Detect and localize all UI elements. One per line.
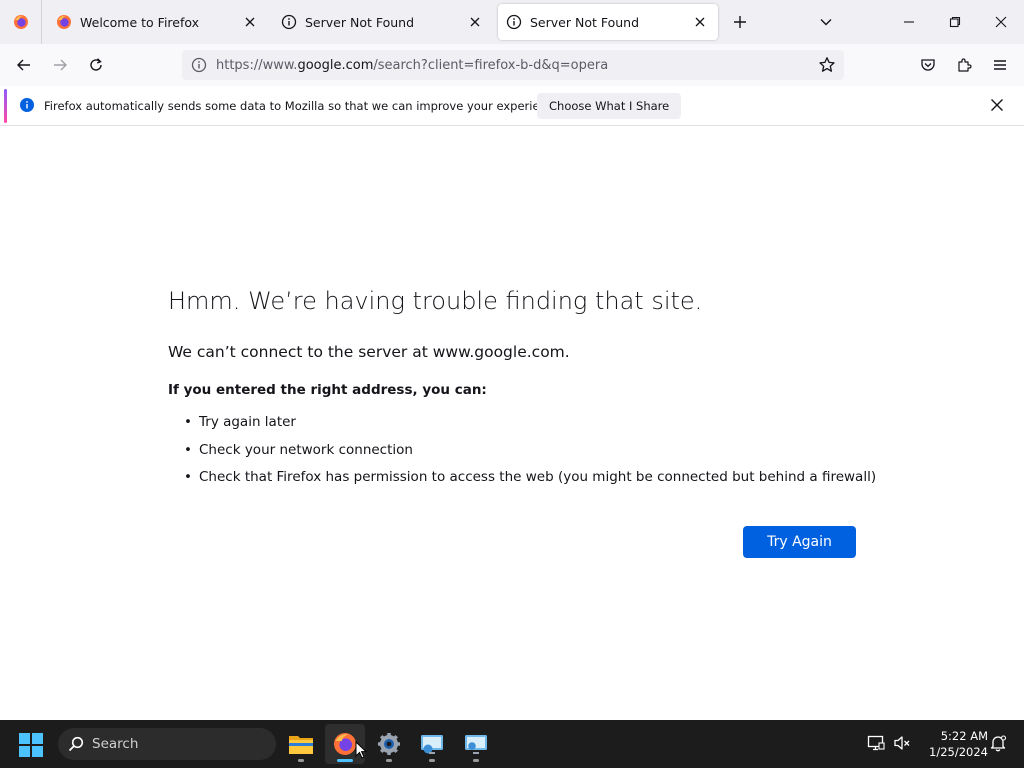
mouse-pointer-icon	[355, 741, 367, 759]
taskbar-search[interactable]: Search	[58, 728, 276, 760]
close-tab-icon[interactable]	[467, 14, 483, 30]
running-indicator	[337, 759, 353, 762]
taskbar-app-network[interactable]	[456, 724, 496, 764]
hamburger-menu-icon	[993, 58, 1007, 72]
notification-accent	[4, 89, 7, 123]
settings-icon	[377, 732, 401, 756]
arrow-right-icon	[52, 57, 68, 73]
info-icon	[20, 98, 34, 112]
url-prefix: https://www.	[216, 57, 298, 73]
search-icon	[68, 736, 84, 752]
chevron-down-icon	[819, 15, 833, 29]
info-icon	[281, 14, 297, 30]
data-reporting-notification: Firefox automatically sends some data to…	[0, 86, 1024, 126]
volume-muted-icon[interactable]	[893, 734, 911, 752]
restore-button[interactable]	[941, 8, 969, 36]
back-button[interactable]	[9, 50, 39, 80]
close-icon[interactable]	[990, 98, 1004, 112]
pocket-icon	[920, 57, 936, 73]
bookmark-star-icon[interactable]	[818, 56, 836, 74]
close-icon	[995, 16, 1007, 28]
minimize-icon	[903, 16, 915, 28]
network-app-icon	[464, 732, 488, 756]
pocket-button[interactable]	[913, 50, 943, 80]
tab-server-not-found[interactable]: Server Not Found	[273, 4, 493, 40]
navigation-toolbar: https://www.google.com/search?client=fir…	[0, 44, 1024, 86]
suggestions-list: Try again later Check your network conne…	[184, 414, 876, 497]
site-info-icon[interactable]	[184, 57, 214, 73]
info-icon	[506, 14, 522, 30]
notifications-bell-icon[interactable]	[989, 734, 1007, 752]
error-description: We can’t connect to the server at www.go…	[168, 343, 570, 361]
clock-time: 5:22 AM	[940, 729, 988, 743]
url-host: google.com	[297, 57, 374, 73]
error-page: Hmm. We’re having trouble finding that s…	[0, 127, 1024, 720]
running-indicator	[473, 759, 479, 762]
tab-title: Server Not Found	[305, 14, 415, 30]
forward-button[interactable]	[45, 50, 75, 80]
tab-title: Welcome to Firefox	[80, 14, 200, 30]
search-placeholder: Search	[92, 736, 139, 752]
close-tab-icon[interactable]	[692, 14, 708, 30]
firefox-icon	[333, 732, 357, 756]
firefox-icon	[13, 14, 29, 30]
arrow-left-icon	[16, 57, 32, 73]
error-title: Hmm. We’re having trouble finding that s…	[168, 287, 703, 315]
app-menu-button[interactable]	[985, 50, 1015, 80]
choose-what-i-share-button[interactable]: Choose What I Share	[537, 93, 682, 119]
list-item: Try again later	[184, 414, 876, 442]
list-item: Check that Firefox has permission to acc…	[184, 469, 876, 497]
url-path: /search?client=firefox-b-d&q=opera	[373, 57, 609, 73]
notification-message: Firefox automatically sends some data to…	[44, 99, 564, 113]
extensions-button[interactable]	[949, 50, 979, 80]
tab-title: Server Not Found	[530, 14, 640, 30]
url-bar[interactable]: https://www.google.com/search?client=fir…	[182, 50, 844, 80]
running-indicator	[386, 759, 392, 762]
reload-button[interactable]	[81, 50, 111, 80]
taskbar: Search 5:22 AM 1/25/2024	[0, 720, 1024, 768]
reload-icon	[88, 57, 104, 73]
close-tab-icon[interactable]	[242, 14, 258, 30]
url-text[interactable]: https://www.google.com/search?client=fir…	[216, 58, 608, 73]
display-tray-icon[interactable]	[867, 734, 885, 752]
plus-icon	[733, 15, 747, 29]
try-again-button[interactable]: Try Again	[743, 526, 856, 558]
tab-strip: Welcome to Firefox Server Not Found Serv…	[0, 0, 1024, 44]
taskbar-app-settings[interactable]	[369, 724, 409, 764]
list-all-tabs-button[interactable]	[812, 8, 840, 36]
tab-welcome[interactable]: Welcome to Firefox	[48, 4, 268, 40]
remote-desktop-icon	[420, 732, 444, 756]
system-clock[interactable]: 5:22 AM 1/25/2024	[918, 728, 988, 760]
close-window-button[interactable]	[987, 8, 1015, 36]
tab-server-not-found-active[interactable]: Server Not Found	[498, 4, 718, 40]
running-indicator	[429, 759, 435, 762]
firefox-view-button[interactable]	[0, 0, 42, 44]
new-tab-button[interactable]	[726, 8, 754, 36]
suggestions-heading: If you entered the right address, you ca…	[168, 382, 487, 398]
restore-icon	[949, 16, 961, 28]
taskbar-app-remote-desktop[interactable]	[412, 724, 452, 764]
list-item: Check your network connection	[184, 442, 876, 470]
taskbar-app-file-explorer[interactable]	[281, 724, 321, 764]
file-explorer-icon	[288, 732, 314, 756]
minimize-button[interactable]	[895, 8, 923, 36]
windows-start-icon[interactable]	[18, 732, 44, 758]
puzzle-icon	[956, 57, 972, 73]
clock-date: 1/25/2024	[929, 745, 988, 759]
running-indicator	[298, 759, 304, 762]
firefox-icon	[56, 14, 72, 30]
